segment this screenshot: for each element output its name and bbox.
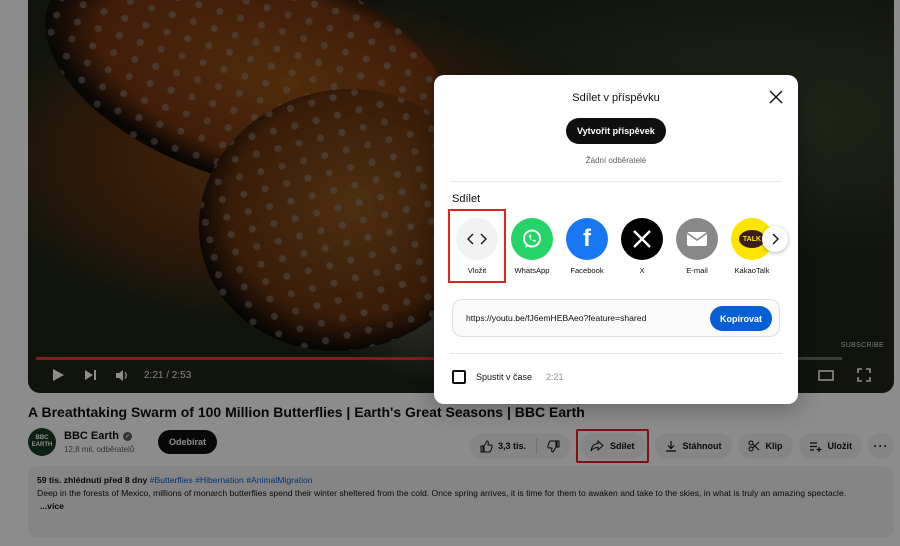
share-target-label: KakaoTalk xyxy=(734,266,770,275)
share-target-email[interactable]: E-mail xyxy=(670,211,724,275)
no-subscribers-text: Žádní odběratelé xyxy=(585,156,647,165)
whatsapp-icon xyxy=(511,218,553,260)
share-target-label: X xyxy=(639,266,645,275)
share-target-whatsapp[interactable]: WhatsApp xyxy=(505,211,559,275)
share-dialog: Sdílet v příspěvku Vytvořit příspěvek Žá… xyxy=(434,75,798,404)
start-at-row: Spustit v čase 2:21 xyxy=(452,370,564,384)
dialog-title: Sdílet v příspěvku xyxy=(572,92,660,104)
share-url-box: https://youtu.be/fJ6emHEBAeo?feature=sha… xyxy=(452,299,780,337)
close-button[interactable] xyxy=(768,89,784,105)
facebook-icon: f xyxy=(566,218,608,260)
start-at-label: Spustit v čase xyxy=(476,372,533,382)
youtube-watch-page: SUBSCRIBE 2:21 / 2:53 A Breathtaking Swa… xyxy=(0,0,900,546)
share-url[interactable]: https://youtu.be/fJ6emHEBAeo?feature=sha… xyxy=(466,313,646,323)
embed-highlight xyxy=(448,209,506,283)
close-icon xyxy=(769,90,783,104)
share-target-facebook[interactable]: f Facebook xyxy=(560,211,614,275)
share-targets-next-button[interactable] xyxy=(762,226,788,252)
divider xyxy=(450,353,782,354)
share-target-x[interactable]: X xyxy=(615,211,669,275)
start-at-time: 2:21 xyxy=(546,372,564,382)
copy-button[interactable]: Kopírovat xyxy=(709,306,772,331)
share-target-label: WhatsApp xyxy=(514,266,550,275)
chevron-right-icon xyxy=(772,233,779,245)
share-target-label: Facebook xyxy=(570,266,604,275)
share-section-label: Sdílet xyxy=(452,193,481,205)
share-target-label: E-mail xyxy=(686,266,708,275)
divider xyxy=(450,181,782,182)
create-post-button[interactable]: Vytvořit příspěvek xyxy=(566,118,666,144)
x-icon xyxy=(621,218,663,260)
email-icon xyxy=(676,218,718,260)
start-at-checkbox[interactable] xyxy=(452,370,466,384)
